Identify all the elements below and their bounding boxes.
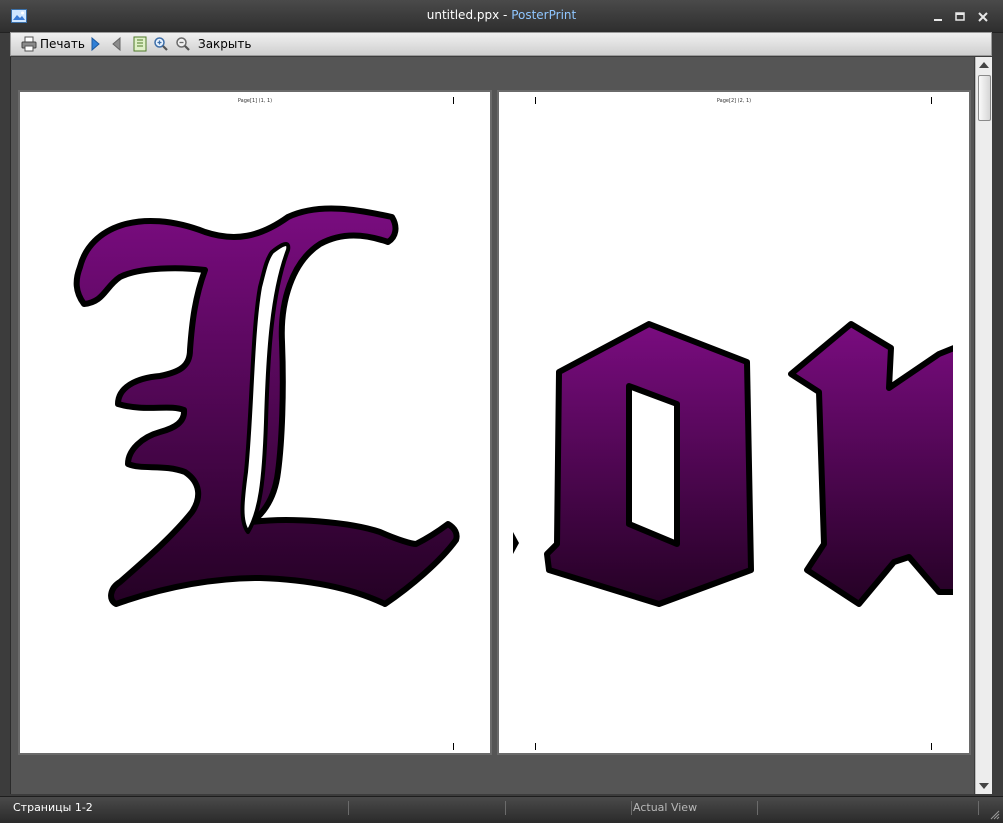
toolbar: Печать Закрыть [10, 32, 992, 56]
pages-status: Страницы 1-2 [13, 801, 93, 814]
preview-area[interactable]: Page[1] (1, 1) Page[2] (2, 1) [10, 57, 974, 794]
status-divider [505, 801, 506, 815]
glyph-l-artwork [73, 205, 460, 607]
window-title: untitled.ppx - PosterPrint [0, 8, 1003, 22]
print-button[interactable]: Печать [21, 35, 85, 53]
status-divider [631, 801, 632, 815]
close-preview-label: Закрыть [198, 37, 252, 51]
page-view-button[interactable] [132, 35, 148, 53]
glyph-letter-n [788, 321, 953, 607]
close-icon[interactable] [976, 10, 990, 24]
preview-page-2: Page[2] (2, 1) [497, 90, 971, 755]
next-page-button[interactable] [89, 35, 101, 53]
previous-page-button[interactable] [111, 35, 123, 53]
status-divider [757, 801, 758, 815]
title-bar: untitled.ppx - PosterPrint [0, 0, 1003, 33]
status-divider [978, 801, 979, 815]
resize-grip-icon[interactable] [990, 810, 1000, 820]
view-mode-status: Actual View [633, 801, 698, 814]
page-icon [133, 36, 147, 52]
zoom-in-icon [154, 37, 168, 51]
preview-page-1: Page[1] (1, 1) [18, 90, 492, 755]
arrow-right-icon [91, 36, 100, 52]
print-button-label: Печать [40, 37, 85, 51]
scroll-thumb[interactable] [978, 75, 991, 121]
zoom-out-button[interactable] [175, 35, 191, 53]
zoom-in-button[interactable] [153, 35, 169, 53]
glyph-letter-o [544, 321, 754, 607]
scroll-down-icon[interactable] [979, 783, 989, 789]
minimize-icon[interactable] [931, 10, 945, 24]
scroll-up-icon[interactable] [979, 62, 989, 68]
window-title-app: PosterPrint [511, 8, 577, 22]
window-title-file: untitled.ppx [426, 8, 500, 22]
left-edge-fragment [513, 532, 519, 554]
status-bar: Страницы 1-2 Actual View [0, 796, 1003, 823]
window-title-separator: - [499, 8, 512, 22]
printer-icon [21, 36, 37, 52]
close-preview-button[interactable]: Закрыть [198, 35, 251, 53]
arrow-left-icon [112, 36, 121, 52]
glyph-on-artwork [513, 321, 953, 607]
vertical-scrollbar[interactable] [975, 57, 992, 794]
zoom-out-icon [176, 37, 190, 51]
maximize-icon[interactable] [953, 10, 967, 24]
status-divider [348, 801, 349, 815]
